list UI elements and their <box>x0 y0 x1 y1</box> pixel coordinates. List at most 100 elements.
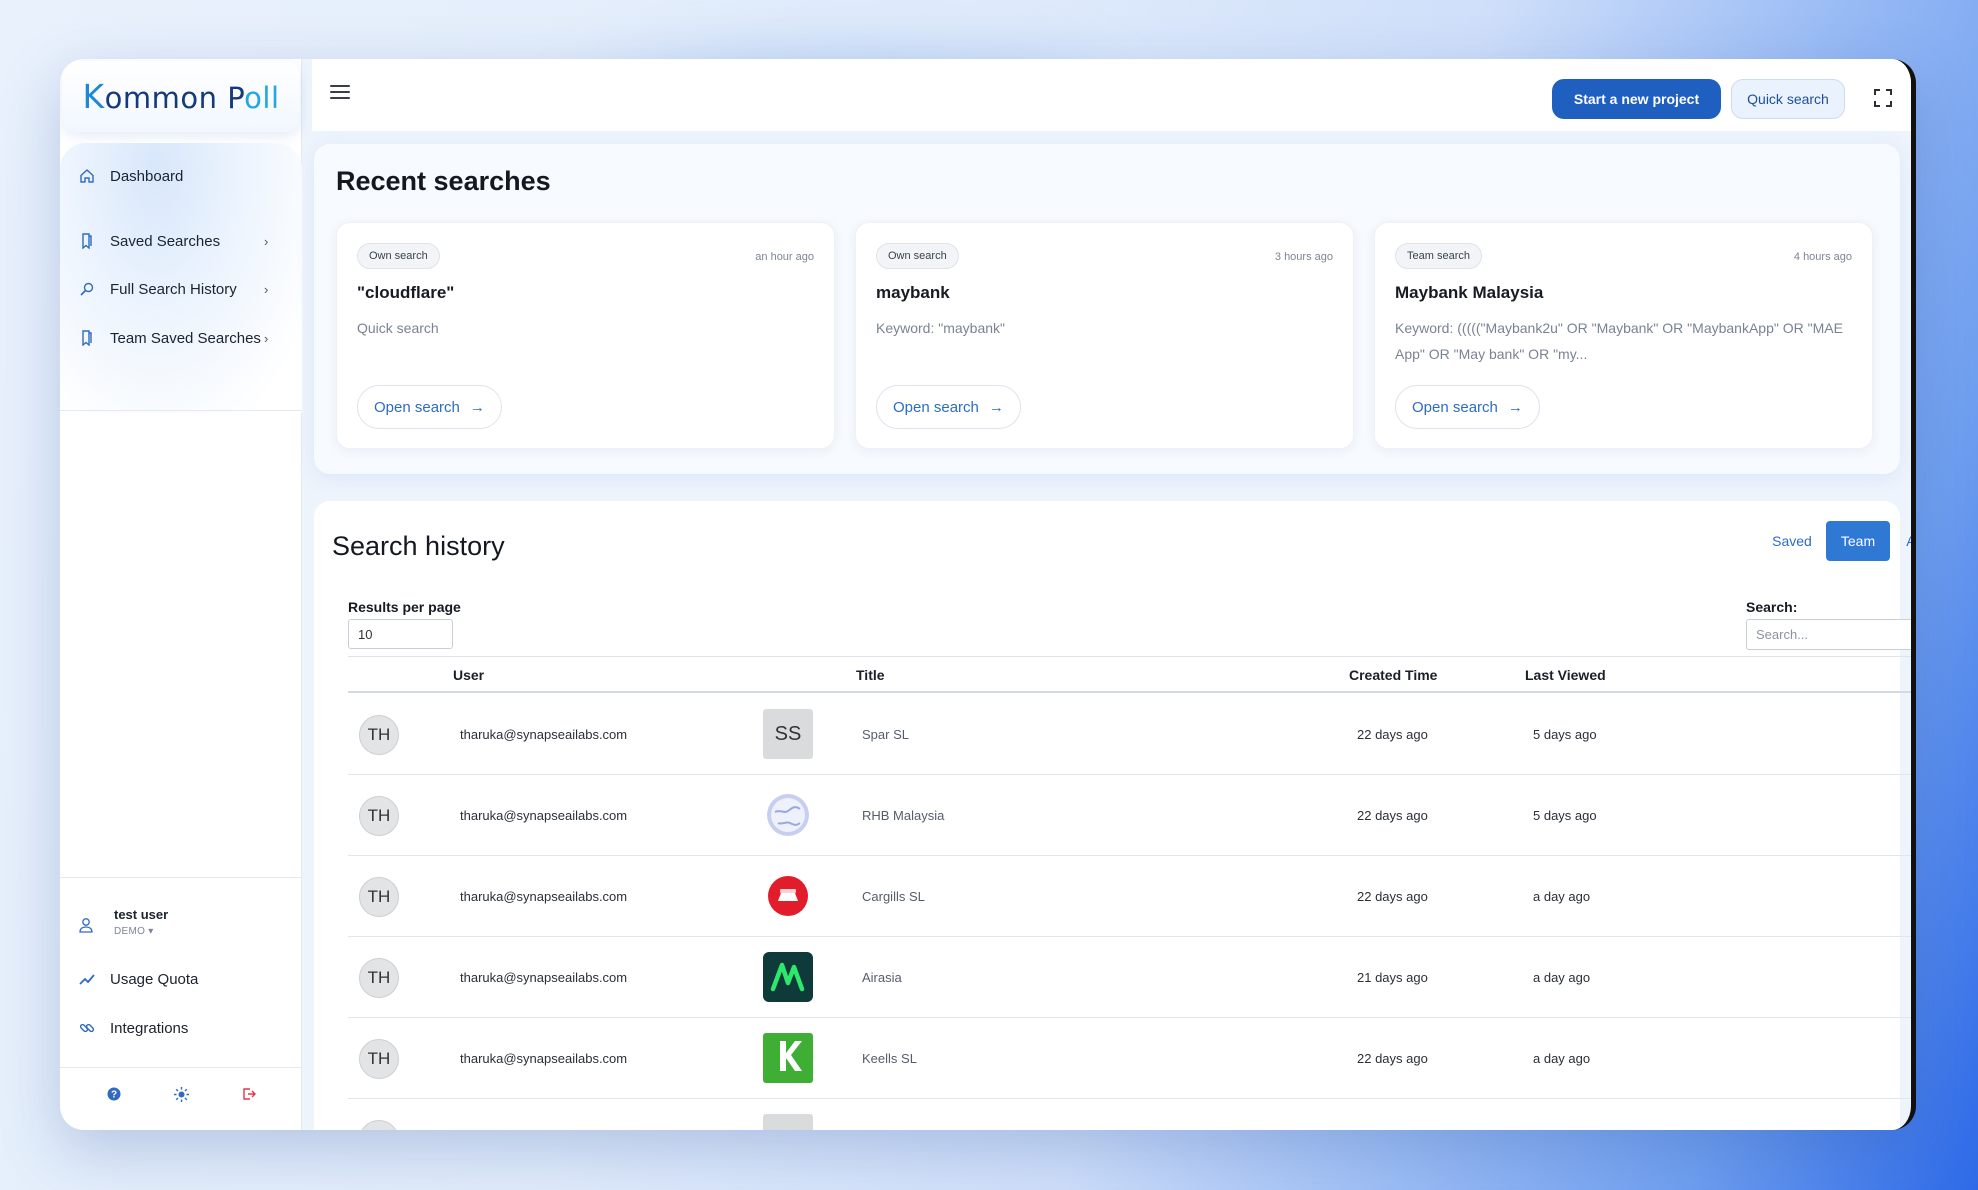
project-thumbnail <box>763 1114 813 1130</box>
card-title: Maybank Malaysia <box>1395 283 1544 302</box>
avatar: TH <box>359 715 399 755</box>
column-header-title[interactable]: Title <box>856 667 885 683</box>
sidebar-item-saved-searches[interactable]: Saved Searches › <box>78 232 268 250</box>
theme-icon[interactable] <box>173 1087 189 1105</box>
last-viewed: a day ago <box>1533 1051 1591 1066</box>
arrow-right-icon: → <box>988 398 1004 416</box>
search-history-title: Search history <box>332 531 505 561</box>
timestamp: 3 hours ago <box>1274 251 1333 263</box>
open-search-button[interactable]: Open search → <box>357 385 502 429</box>
open-search-button[interactable]: Open search → <box>876 385 1021 429</box>
filter-saved-tab[interactable]: Saved <box>1764 521 1820 561</box>
sidebar-item-integrations[interactable]: Integrations <box>78 1019 188 1037</box>
sidebar-item-label: Dashboard <box>110 167 184 185</box>
results-per-page-label: Results per page <box>348 599 461 615</box>
bookmark-icon <box>78 329 96 347</box>
table-row[interactable] <box>348 1099 1911 1130</box>
table-row[interactable]: TH tharuka@synapseailabs.com Cargills SL… <box>348 856 1911 937</box>
app-window: Kommon Poll Dashboard Saved Searches › F… <box>60 59 1916 1130</box>
sidebar-footer: ? <box>60 1087 302 1105</box>
svg-text:?: ? <box>110 1090 116 1101</box>
avatar: TH <box>359 877 399 917</box>
column-header-user[interactable]: User <box>453 667 484 683</box>
created-time: 22 days ago <box>1357 727 1428 742</box>
divider <box>60 410 302 411</box>
avatar <box>359 1120 399 1130</box>
last-viewed: 5 days ago <box>1533 727 1597 742</box>
table-row[interactable]: TH tharuka@synapseailabs.com SS Spar SL … <box>348 694 1911 775</box>
sidebar-item-usage-quota[interactable]: Usage Quota <box>78 970 198 988</box>
user-email: tharuka@synapseailabs.com <box>460 727 628 742</box>
fullscreen-icon[interactable] <box>1874 89 1892 107</box>
row-title: Airasia <box>862 970 902 985</box>
divider <box>60 1067 302 1068</box>
bookmark-icon <box>78 232 96 250</box>
table-row[interactable]: TH tharuka@synapseailabs.com Airasia 21 … <box>348 937 1911 1018</box>
user-icon <box>78 917 94 938</box>
user-email: tharuka@synapseailabs.com <box>460 970 628 985</box>
filter-all-tab[interactable]: All <box>1902 521 1911 561</box>
created-time: 22 days ago <box>1357 1051 1428 1066</box>
table-row[interactable]: TH tharuka@synapseailabs.com RHB Malaysi… <box>348 775 1911 856</box>
sidebar: Kommon Poll Dashboard Saved Searches › F… <box>60 59 302 1130</box>
recent-search-card: Own search an hour ago "cloudflare" Quic… <box>336 222 835 449</box>
menu-toggle-icon[interactable] <box>330 85 350 101</box>
sidebar-item-label: Team Saved Searches <box>110 329 261 347</box>
user-email: tharuka@synapseailabs.com <box>460 808 628 823</box>
filter-team-tab[interactable]: Team <box>1826 521 1890 561</box>
search-type-badge: Team search <box>1395 243 1482 269</box>
project-thumbnail: SS <box>763 709 813 759</box>
search-type-badge: Own search <box>876 243 959 269</box>
sidebar-item-full-search-history[interactable]: Full Search History › <box>78 280 268 298</box>
sidebar-item-dashboard[interactable]: Dashboard <box>78 167 183 185</box>
quick-search-button[interactable]: Quick search <box>1731 79 1845 119</box>
arrow-right-icon: → <box>1507 398 1523 416</box>
chevron-right-icon: › <box>264 233 269 249</box>
row-title: Keells SL <box>862 1051 917 1066</box>
card-title: maybank <box>876 283 950 302</box>
airasia-logo-icon <box>763 952 813 1002</box>
recent-search-card: Own search 3 hours ago maybank Keyword: … <box>855 222 1354 449</box>
timestamp: an hour ago <box>755 251 814 263</box>
created-time: 22 days ago <box>1357 808 1428 823</box>
brand-logo[interactable]: Kommon Poll <box>62 61 300 132</box>
keells-logo-icon <box>763 1033 813 1083</box>
cargills-logo-icon <box>763 871 813 921</box>
avatar: TH <box>359 796 399 836</box>
start-new-project-button[interactable]: Start a new project <box>1552 79 1721 119</box>
search-type-badge: Own search <box>357 243 440 269</box>
search-label: Search: <box>1746 599 1798 615</box>
recent-search-card: Team search 4 hours ago Maybank Malaysia… <box>1374 222 1873 449</box>
results-per-page-select[interactable]: 10 <box>348 619 453 649</box>
user-email: tharuka@synapseailabs.com <box>460 889 628 904</box>
sidebar-item-label: Saved Searches <box>110 232 221 250</box>
logout-icon[interactable] <box>242 1087 256 1105</box>
home-icon <box>78 167 96 185</box>
sidebar-item-team-saved-searches[interactable]: Team Saved Searches › <box>78 329 268 347</box>
open-search-button[interactable]: Open search → <box>1395 385 1540 429</box>
search-input[interactable] <box>1746 619 1911 650</box>
last-viewed: a day ago <box>1533 889 1591 904</box>
column-header-created[interactable]: Created Time <box>1349 667 1437 683</box>
sidebar-item-label: Full Search History <box>110 280 237 298</box>
arrow-right-icon: → <box>469 398 485 416</box>
avatar: TH <box>359 1039 399 1079</box>
help-icon[interactable]: ? <box>107 1087 121 1105</box>
button-label: Open search <box>1412 398 1498 416</box>
card-title: "cloudflare" <box>357 283 455 302</box>
table-row[interactable]: TH tharuka@synapseailabs.com Keells SL 2… <box>348 1018 1911 1099</box>
link-icon <box>78 1019 96 1037</box>
column-header-last-viewed[interactable]: Last Viewed <box>1525 667 1606 683</box>
globe-icon <box>763 790 813 840</box>
card-description: Keyword: "maybank" <box>876 320 1005 336</box>
recent-searches-panel: Recent searches Own search an hour ago "… <box>314 144 1900 474</box>
chevron-right-icon: › <box>264 281 269 297</box>
created-time: 21 days ago <box>1357 970 1428 985</box>
card-description: Keyword: ((((("Maybank2u" OR "Maybank" O… <box>1395 320 1843 362</box>
user-menu[interactable]: test user DEMO ▾ <box>78 907 168 938</box>
avatar: TH <box>359 958 399 998</box>
sidebar-item-label: Usage Quota <box>110 970 199 988</box>
chevron-right-icon: › <box>264 330 269 346</box>
user-role-dropdown[interactable]: DEMO ▾ <box>114 926 168 937</box>
search-icon <box>78 280 96 298</box>
